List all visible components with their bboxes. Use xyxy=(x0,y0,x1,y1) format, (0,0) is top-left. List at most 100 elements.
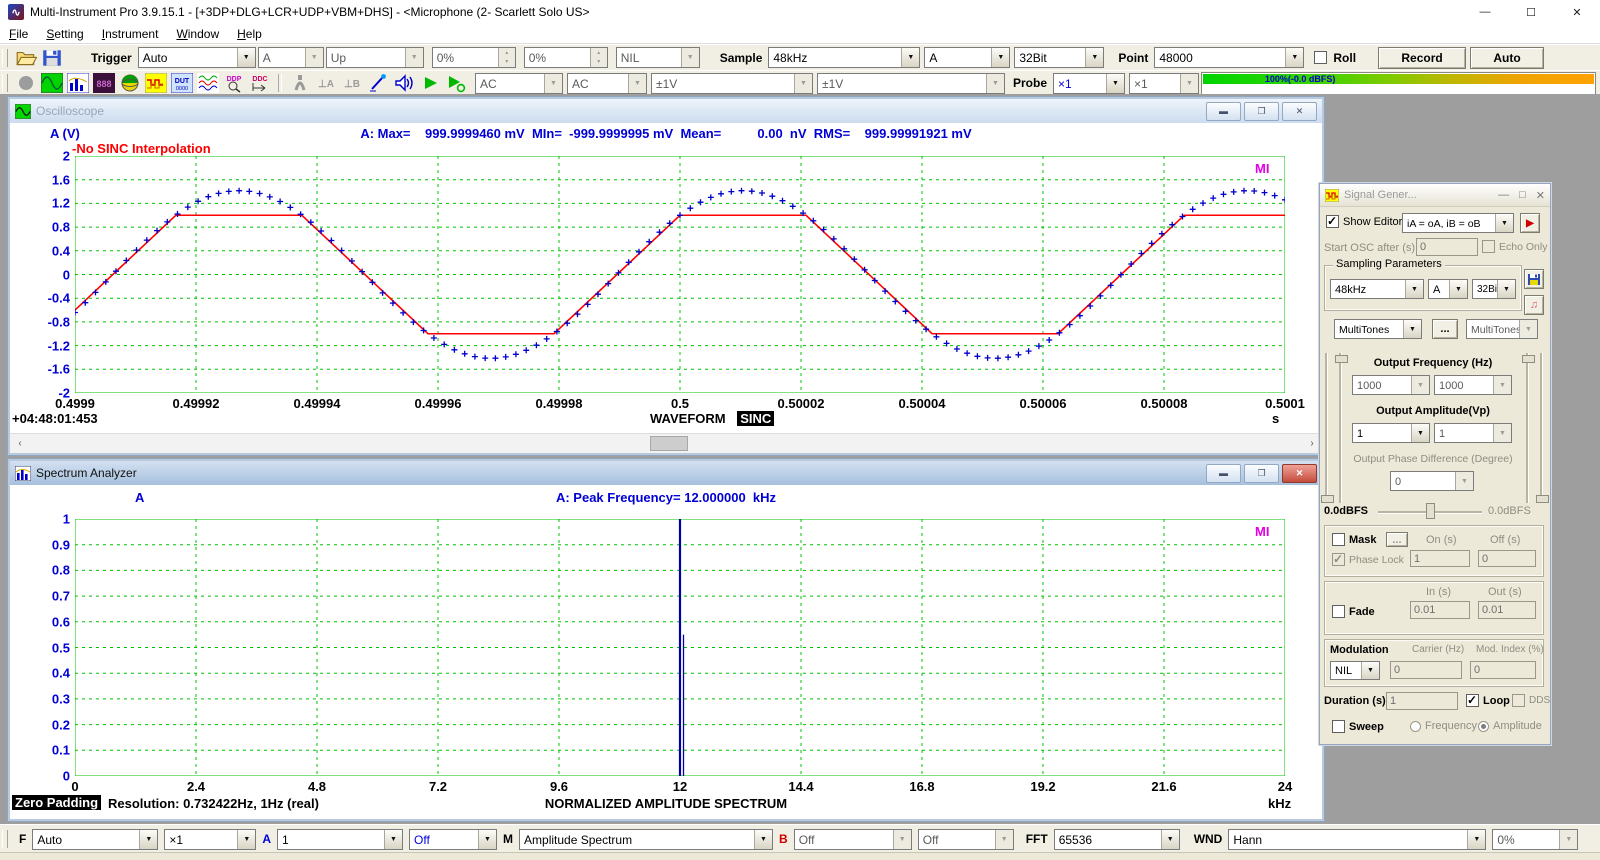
trigger-mode-dropdown[interactable]: Auto▼ xyxy=(138,47,256,68)
trigger-delay-spinner[interactable]: 0%▲▼ xyxy=(524,47,608,68)
sweep-frequency-radio[interactable] xyxy=(1410,721,1421,732)
start-osc-input[interactable]: 0 xyxy=(1416,238,1478,256)
mod-index-input[interactable]: 0 xyxy=(1470,661,1536,679)
fade-checkbox[interactable] xyxy=(1332,605,1345,618)
scope-hscrollbar[interactable]: ‹ › xyxy=(10,433,1322,453)
siggen-import-notes-button[interactable]: ♫ xyxy=(1524,295,1544,315)
echo-only-checkbox[interactable] xyxy=(1482,240,1495,253)
gain-b-dropdown[interactable]: Off▼ xyxy=(794,829,912,850)
open-file-icon[interactable] xyxy=(15,48,37,68)
run-loop-icon[interactable] xyxy=(445,73,467,93)
slider-thumb[interactable] xyxy=(1335,355,1348,363)
phase-difference-dropdown[interactable]: 0▼ xyxy=(1390,471,1474,491)
mode-dropdown[interactable]: Amplitude Spectrum▼ xyxy=(519,829,773,850)
sinc-badge[interactable]: SINC xyxy=(737,411,774,426)
mask-on-input[interactable]: 1 xyxy=(1410,550,1470,567)
spectrum-title-bar[interactable]: Spectrum Analyzer ▬ ❐ ✕ xyxy=(10,461,1322,485)
overlap-dropdown[interactable]: 0%▼ xyxy=(1492,829,1578,850)
toolbar-grip[interactable] xyxy=(2,49,8,67)
menu-item-setting[interactable]: Setting xyxy=(37,26,92,42)
persistence-a-dropdown[interactable]: Off▼ xyxy=(409,829,497,850)
siggen-maximize-button[interactable]: □ xyxy=(1519,189,1526,202)
oscilloscope-icon[interactable] xyxy=(41,73,63,93)
persistence-b-dropdown[interactable]: Off▼ xyxy=(918,829,1014,850)
level-slider-b-right[interactable] xyxy=(1540,353,1543,503)
sample-rate-dropdown[interactable]: 48kHz▼ xyxy=(768,47,920,68)
mask-checkbox[interactable] xyxy=(1332,533,1345,546)
close-button[interactable]: ✕ xyxy=(1554,0,1600,24)
signal-generator-title-bar[interactable]: Signal Gener... — □ ✕ xyxy=(1320,184,1550,207)
siggen-start-button[interactable]: ▶ xyxy=(1520,213,1540,233)
amplitude-a-dropdown[interactable]: 1▼ xyxy=(1352,423,1430,443)
auto-button[interactable]: Auto xyxy=(1470,47,1544,69)
toolbar-grip[interactable] xyxy=(2,74,8,92)
siggen-close-button[interactable]: ✕ xyxy=(1536,189,1545,202)
modulation-dropdown[interactable]: NIL▼ xyxy=(1330,661,1380,680)
gain-a-dropdown[interactable]: 1▼ xyxy=(277,829,403,850)
toolbar-grip[interactable] xyxy=(2,830,8,848)
scroll-thumb[interactable] xyxy=(650,436,688,451)
waveform-more-button[interactable]: ... xyxy=(1432,319,1458,339)
oscilloscope-minimize-button[interactable]: ▬ xyxy=(1206,102,1241,121)
minimize-button[interactable]: — xyxy=(1462,0,1508,24)
run-icon[interactable] xyxy=(419,73,441,93)
sweep-amplitude-radio[interactable] xyxy=(1478,721,1489,732)
range-a-dropdown[interactable]: ±1V▼ xyxy=(651,73,813,94)
siggen-bits-dropdown[interactable]: 32Bit▼ xyxy=(1472,279,1516,299)
spectrum-3d-plot-icon[interactable] xyxy=(119,73,141,93)
siggen-save-button[interactable] xyxy=(1524,269,1544,289)
record-icon[interactable] xyxy=(15,73,37,93)
amplitude-b-dropdown[interactable]: 1▼ xyxy=(1434,423,1512,443)
show-editor-checkbox[interactable] xyxy=(1326,215,1339,228)
slider-thumb[interactable] xyxy=(1321,495,1334,503)
probe-a-dropdown[interactable]: ×1▼ xyxy=(1053,73,1125,94)
fft-size-dropdown[interactable]: 65536▼ xyxy=(1054,829,1180,850)
routing-dropdown[interactable]: iA = oA, iB = oB▼ xyxy=(1402,213,1514,233)
siggen-channel-dropdown[interactable]: A▼ xyxy=(1428,279,1468,299)
oscilloscope-title-bar[interactable]: Oscilloscope ▬ ❐ ✕ xyxy=(10,99,1322,123)
record-button[interactable]: Record xyxy=(1378,47,1466,69)
ground-b-icon[interactable]: ⊥B xyxy=(341,73,363,93)
window-function-dropdown[interactable]: Hann▼ xyxy=(1228,829,1486,850)
sweep-checkbox[interactable] xyxy=(1332,720,1345,733)
mask-more-button[interactable]: ... xyxy=(1386,532,1408,547)
scroll-left-arrow[interactable]: ‹ xyxy=(12,436,28,451)
data-logger-icon[interactable] xyxy=(197,73,219,93)
loop-checkbox[interactable] xyxy=(1466,694,1479,707)
derived-data-curve-icon[interactable]: DDC xyxy=(249,73,271,93)
points-dropdown[interactable]: 48000▼ xyxy=(1154,47,1304,68)
dds-checkbox[interactable] xyxy=(1512,694,1525,707)
scroll-right-arrow[interactable]: › xyxy=(1304,436,1320,451)
spectrum-analyzer-icon[interactable] xyxy=(67,73,89,93)
coupling-a-dropdown[interactable]: AC▼ xyxy=(475,73,563,94)
frequency-a-dropdown[interactable]: 1000▼ xyxy=(1352,375,1430,395)
fade-out-input[interactable]: 0.01 xyxy=(1478,601,1536,619)
trigger-edge-dropdown[interactable]: Up▼ xyxy=(326,47,424,68)
waveform-b-dropdown[interactable]: MultiTones▼ xyxy=(1466,319,1538,339)
level-slider-b-left[interactable] xyxy=(1339,353,1342,503)
duration-input[interactable]: 1 xyxy=(1386,692,1458,710)
maximize-button[interactable]: ☐ xyxy=(1508,0,1554,24)
spectrum-close-button[interactable]: ✕ xyxy=(1282,464,1317,483)
slider-thumb[interactable] xyxy=(1536,495,1549,503)
roll-checkbox[interactable] xyxy=(1314,51,1327,64)
slider-thumb[interactable] xyxy=(1522,355,1535,363)
input-clamp-icon[interactable] xyxy=(289,73,311,93)
spectrum-restore-button[interactable]: ❐ xyxy=(1244,464,1279,483)
siggen-minimize-button[interactable]: — xyxy=(1498,189,1509,202)
range-b-dropdown[interactable]: ±1V▼ xyxy=(817,73,1005,94)
device-test-plan-icon[interactable]: DUT0000 xyxy=(171,73,193,93)
menu-item-window[interactable]: Window xyxy=(167,26,228,42)
coupling-b-dropdown[interactable]: AC▼ xyxy=(567,73,647,94)
spectrum-minimize-button[interactable]: ▬ xyxy=(1206,464,1241,483)
mask-off-input[interactable]: 0 xyxy=(1478,550,1536,567)
fade-in-input[interactable]: 0.01 xyxy=(1410,601,1470,619)
trigger-reject-dropdown[interactable]: NIL▼ xyxy=(616,47,700,68)
carrier-input[interactable]: 0 xyxy=(1390,661,1462,679)
save-file-icon[interactable] xyxy=(41,48,63,68)
siggen-rate-dropdown[interactable]: 48kHz▼ xyxy=(1330,279,1424,299)
level-slider-a-left[interactable] xyxy=(1325,353,1328,503)
freq-axis-dropdown[interactable]: Auto▼ xyxy=(32,829,158,850)
app-title-bar[interactable]: ∿ Multi-Instrument Pro 3.9.15.1 - [+3DP+… xyxy=(0,0,1600,25)
phase-lock-checkbox[interactable] xyxy=(1332,553,1345,566)
